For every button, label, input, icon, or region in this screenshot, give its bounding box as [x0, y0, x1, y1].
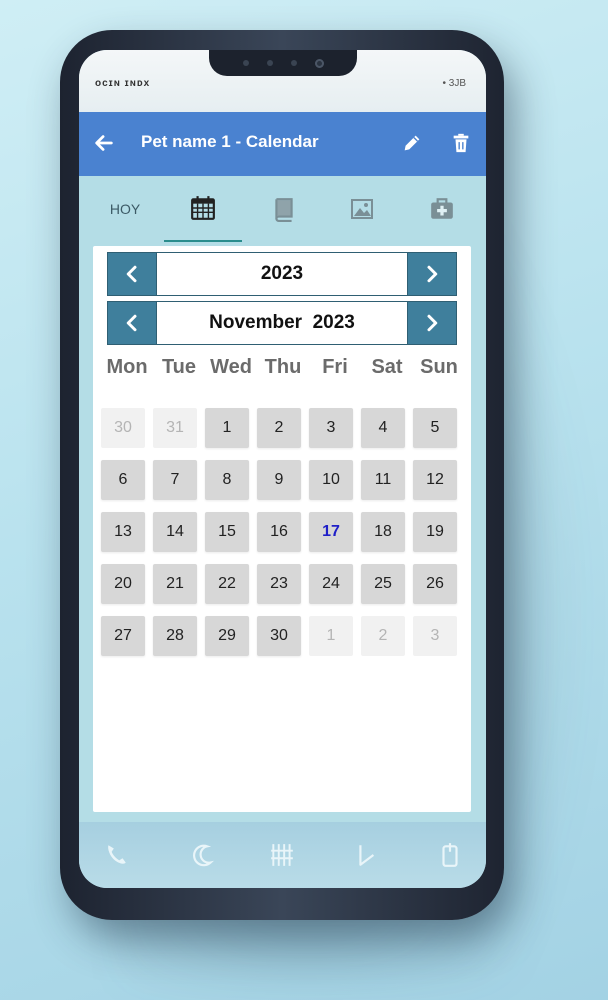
grid-icon[interactable]: [269, 842, 295, 868]
month-label: November 2023: [156, 302, 408, 344]
day-cell[interactable]: 2: [257, 408, 301, 448]
trash-icon[interactable]: [450, 131, 472, 155]
chevron-left-icon: [126, 314, 137, 332]
day-cell[interactable]: 29: [205, 616, 249, 656]
weekday-header: Mon Tue Wed Thu Fri Sat Sun: [101, 356, 465, 382]
day-cell[interactable]: 9: [257, 460, 301, 500]
day-cell[interactable]: 23: [257, 564, 301, 604]
device-icon[interactable]: [437, 842, 463, 868]
previous-year-button[interactable]: [108, 253, 156, 295]
day-cell[interactable]: 26: [413, 564, 457, 604]
tab-calendar[interactable]: [164, 176, 242, 242]
phone-screen: ᴏᴄɪɴ ɪɴᴅx • 3JB Pet name 1 - Calendar HO…: [79, 50, 486, 888]
day-cell[interactable]: 16: [257, 512, 301, 552]
book-icon: [275, 198, 293, 222]
arrow-left-icon[interactable]: [93, 132, 115, 154]
weekday-label: Thu: [264, 356, 302, 378]
day-cell[interactable]: 8: [205, 460, 249, 500]
next-month-button[interactable]: [408, 302, 456, 344]
day-cell[interactable]: 15: [205, 512, 249, 552]
front-camera: [314, 58, 324, 68]
page-title: Pet name 1 - Calendar: [141, 132, 319, 151]
day-cell[interactable]: 22: [205, 564, 249, 604]
tab-medical[interactable]: [417, 176, 467, 242]
camera-notch: [209, 50, 357, 76]
day-cell[interactable]: 12: [413, 460, 457, 500]
month-navigator: November 2023: [107, 301, 457, 345]
medical-kit-icon: [431, 198, 453, 219]
next-year-button[interactable]: [408, 253, 456, 295]
pencil-icon[interactable]: [401, 132, 423, 154]
weekday-label: Mon: [106, 356, 148, 378]
day-cell[interactable]: 21: [153, 564, 197, 604]
day-cell[interactable]: 7: [153, 460, 197, 500]
day-cell[interactable]: 30: [257, 616, 301, 656]
tab-book[interactable]: [259, 176, 309, 242]
day-cell[interactable]: 19: [413, 512, 457, 552]
day-cell[interactable]: 2: [361, 616, 405, 656]
day-cell[interactable]: 27: [101, 616, 145, 656]
calendar-icon: [191, 196, 215, 220]
day-cell[interactable]: 13: [101, 512, 145, 552]
day-cell[interactable]: 10: [309, 460, 353, 500]
day-cell[interactable]: 3: [309, 408, 353, 448]
previous-month-button[interactable]: [108, 302, 156, 344]
day-cell[interactable]: 18: [361, 512, 405, 552]
status-carrier: ᴏᴄɪɴ ɪɴᴅx: [95, 78, 151, 89]
weekday-label: Sun: [420, 356, 458, 378]
app-bar: Pet name 1 - Calendar: [79, 112, 486, 176]
phone-icon[interactable]: [103, 842, 129, 868]
tab-bar: HOY: [79, 176, 486, 242]
chevron-left-icon: [126, 265, 137, 283]
edit-icon[interactable]: [355, 842, 381, 868]
day-cell[interactable]: 28: [153, 616, 197, 656]
weekday-label: Wed: [210, 356, 252, 378]
day-cell[interactable]: 11: [361, 460, 405, 500]
day-cell[interactable]: 6: [101, 460, 145, 500]
year-label: 2023: [156, 253, 408, 295]
day-cell[interactable]: 1: [309, 616, 353, 656]
system-navigation-bar: [79, 822, 486, 888]
day-cell[interactable]: 20: [101, 564, 145, 604]
day-cell[interactable]: 1: [205, 408, 249, 448]
day-cell[interactable]: 5: [413, 408, 457, 448]
weekday-label: Fri: [322, 356, 348, 378]
status-battery: • 3JB: [442, 78, 466, 89]
day-cell[interactable]: 3: [413, 616, 457, 656]
chevron-right-icon: [427, 314, 438, 332]
moon-icon[interactable]: [191, 842, 217, 868]
day-cell[interactable]: 25: [361, 564, 405, 604]
day-cell[interactable]: 14: [153, 512, 197, 552]
day-cell-today[interactable]: 17: [309, 512, 353, 552]
day-cell[interactable]: 4: [361, 408, 405, 448]
day-cell[interactable]: 30: [101, 408, 145, 448]
tab-hoy[interactable]: HOY: [97, 176, 153, 242]
tab-image[interactable]: [337, 176, 387, 242]
calendar-card: 2023 November 2023 Mon Tue Wed Thu Fri S…: [93, 246, 471, 812]
weekday-label: Sat: [371, 356, 403, 378]
year-navigator: 2023: [107, 252, 457, 296]
weekday-label: Tue: [161, 356, 197, 378]
day-cell[interactable]: 24: [309, 564, 353, 604]
image-icon: [351, 199, 373, 219]
chevron-right-icon: [427, 265, 438, 283]
day-cell[interactable]: 31: [153, 408, 197, 448]
